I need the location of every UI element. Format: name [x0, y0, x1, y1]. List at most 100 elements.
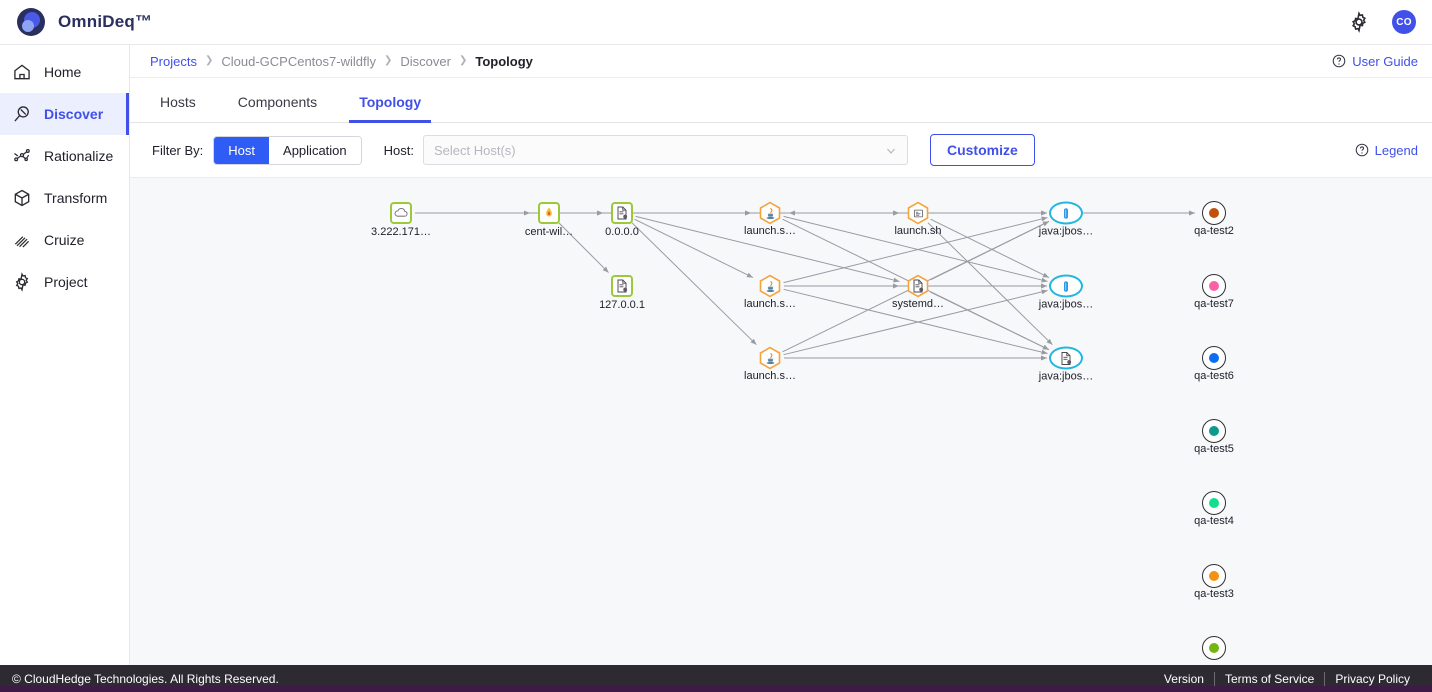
topology-node[interactable]: launch.s…	[744, 274, 796, 310]
sidebar: Home Discover Rationalize Transform Crui…	[0, 45, 130, 665]
topology-node[interactable]: launch.sh	[894, 201, 942, 237]
breadcrumb-item-topology: Topology	[475, 53, 533, 69]
topology-node[interactable]: java:jbos…	[1039, 201, 1093, 238]
breadcrumb-separator: ❯	[383, 55, 393, 66]
topology-edge	[930, 218, 1050, 279]
legend-link[interactable]: Legend	[1355, 143, 1418, 158]
bottom-strip	[0, 686, 1432, 692]
sidebar-item-cruize[interactable]: Cruize	[0, 219, 129, 261]
topology-node[interactable]	[1202, 636, 1226, 660]
footer-link-privacy[interactable]: Privacy Policy	[1324, 671, 1420, 686]
breadcrumb-item-projects[interactable]: Projects	[150, 54, 197, 69]
avatar[interactable]: CO	[1392, 10, 1416, 34]
topology-node-label: cent-wil…	[524, 226, 574, 238]
sidebar-item-label: Transform	[44, 190, 108, 206]
topology-node-label: launch.s…	[744, 370, 796, 382]
breadcrumb-item-discover[interactable]: Discover	[400, 54, 451, 69]
gear-icon	[12, 272, 32, 292]
host-select-label: Host:	[383, 142, 414, 158]
customize-button[interactable]: Customize	[929, 134, 1035, 166]
tab-components[interactable]: Components	[228, 94, 327, 122]
topology-edge	[634, 218, 754, 279]
footer-copyright: © CloudHedge Technologies. All Rights Re…	[12, 671, 279, 686]
host-select-placeholder: Select Host(s)	[433, 142, 516, 158]
topology-node-label: qa-test4	[1194, 515, 1234, 527]
topology-node-label: 3.222.171…	[371, 226, 431, 238]
user-guide-label: User Guide	[1352, 53, 1418, 69]
topology-node-label: launch.sh	[894, 225, 942, 237]
home-icon	[12, 62, 32, 82]
topology-node[interactable]: java:jbos…	[1039, 274, 1093, 311]
topology-node[interactable]: 127.0.0.1	[599, 275, 645, 311]
fingerprint-icon	[12, 230, 32, 250]
breadcrumb: Projects ❯ Cloud-GCPCentos7-wildfly ❯ Di…	[130, 45, 1432, 78]
topology-node[interactable]: qa-test7	[1194, 274, 1234, 310]
breadcrumb-separator: ❯	[204, 55, 214, 66]
topology-node[interactable]: launch.s…	[744, 346, 796, 382]
topology-node-label: 127.0.0.1	[599, 299, 645, 311]
sidebar-item-label: Home	[44, 64, 82, 80]
app-root: OmniDeq™ CO Home Discover Rationalize Tr…	[0, 0, 1432, 692]
filter-application-button[interactable]: Application	[269, 136, 361, 164]
filter-host-button[interactable]: Host	[214, 136, 270, 164]
filter-by-segmented-control: Host Application	[213, 135, 362, 165]
sidebar-item-rationalize[interactable]: Rationalize	[0, 135, 129, 177]
topology-node[interactable]: launch.s…	[744, 201, 796, 237]
filter-by-label: Filter By:	[152, 142, 204, 158]
topology-node-label: launch.s…	[744, 225, 796, 237]
legend-label: Legend	[1374, 142, 1418, 158]
topology-node-label: qa-test3	[1194, 588, 1234, 600]
question-circle-icon	[1355, 143, 1369, 157]
topology-edge	[927, 222, 1053, 346]
topology-node-label: 0.0.0.0	[605, 226, 639, 238]
sidebar-item-label: Cruize	[44, 232, 85, 248]
sidebar-item-project[interactable]: Project	[0, 261, 129, 303]
footer-link-terms[interactable]: Terms of Service	[1213, 671, 1324, 686]
brand-name: OmniDeq™	[58, 12, 153, 31]
topology-node[interactable]: java:jbos…	[1039, 346, 1093, 383]
brand[interactable]: OmniDeq™	[16, 7, 152, 37]
topology-node[interactable]: systemd…	[892, 274, 944, 310]
topology-node-label: systemd…	[892, 298, 944, 310]
topology-edges	[415, 210, 1195, 361]
topology-node-label: java:jbos…	[1038, 298, 1094, 311]
gear-icon[interactable]	[1348, 11, 1370, 33]
network-scatter-icon	[12, 146, 32, 166]
footer-link-version[interactable]: Version	[1154, 672, 1214, 686]
topology-node[interactable]: 0.0.0.0	[605, 202, 639, 238]
topology-edge	[930, 291, 1050, 351]
tab-bar: Hosts Components Topology	[130, 78, 1432, 123]
top-bar: OmniDeq™ CO	[0, 0, 1432, 45]
breadcrumb-item-project-name[interactable]: Cloud-GCPCentos7-wildfly	[221, 54, 376, 69]
topology-node-label: qa-test2	[1194, 225, 1234, 237]
topology-node[interactable]: qa-test2	[1194, 201, 1234, 237]
topology-node-label: launch.s…	[744, 298, 796, 310]
filter-bar: Filter By: Host Application Host: Select…	[130, 123, 1432, 178]
topology-node-label: qa-test6	[1194, 370, 1234, 382]
cube-icon	[12, 188, 32, 208]
topology-node[interactable]: qa-test5	[1194, 419, 1234, 455]
topology-node-label: java:jbos…	[1038, 225, 1094, 238]
topology-node-label: qa-test7	[1194, 298, 1234, 310]
topology-node[interactable]: 3.222.171…	[371, 202, 431, 238]
sidebar-item-transform[interactable]: Transform	[0, 177, 129, 219]
host-select[interactable]: Select Host(s)	[422, 135, 908, 165]
topology-node[interactable]: qa-test4	[1194, 491, 1234, 527]
tab-topology[interactable]: Topology	[349, 94, 432, 123]
omnideq-logo-icon	[16, 7, 46, 37]
sidebar-item-home[interactable]: Home	[0, 51, 129, 93]
sidebar-item-label: Rationalize	[44, 148, 114, 164]
breadcrumb-separator: ❯	[458, 55, 468, 66]
topology-node[interactable]: cent-wil…	[525, 202, 573, 238]
topology-node[interactable]: qa-test3	[1194, 564, 1234, 600]
footer-links: Version Terms of Service Privacy Policy	[1154, 671, 1420, 686]
sidebar-item-label: Project	[44, 274, 88, 290]
topology-canvas[interactable]: 3.222.171… cent-wil… 0.0.0.0 launch.s… launc…	[130, 178, 1432, 665]
chevron-down-icon	[885, 144, 897, 156]
topology-node-label: qa-test5	[1194, 443, 1234, 455]
user-guide-link[interactable]: User Guide	[1332, 54, 1418, 69]
tab-hosts[interactable]: Hosts	[150, 94, 206, 122]
sidebar-item-discover[interactable]: Discover	[0, 93, 129, 135]
topology-node[interactable]: qa-test6	[1194, 346, 1234, 382]
top-bar-actions: CO	[1348, 10, 1416, 34]
